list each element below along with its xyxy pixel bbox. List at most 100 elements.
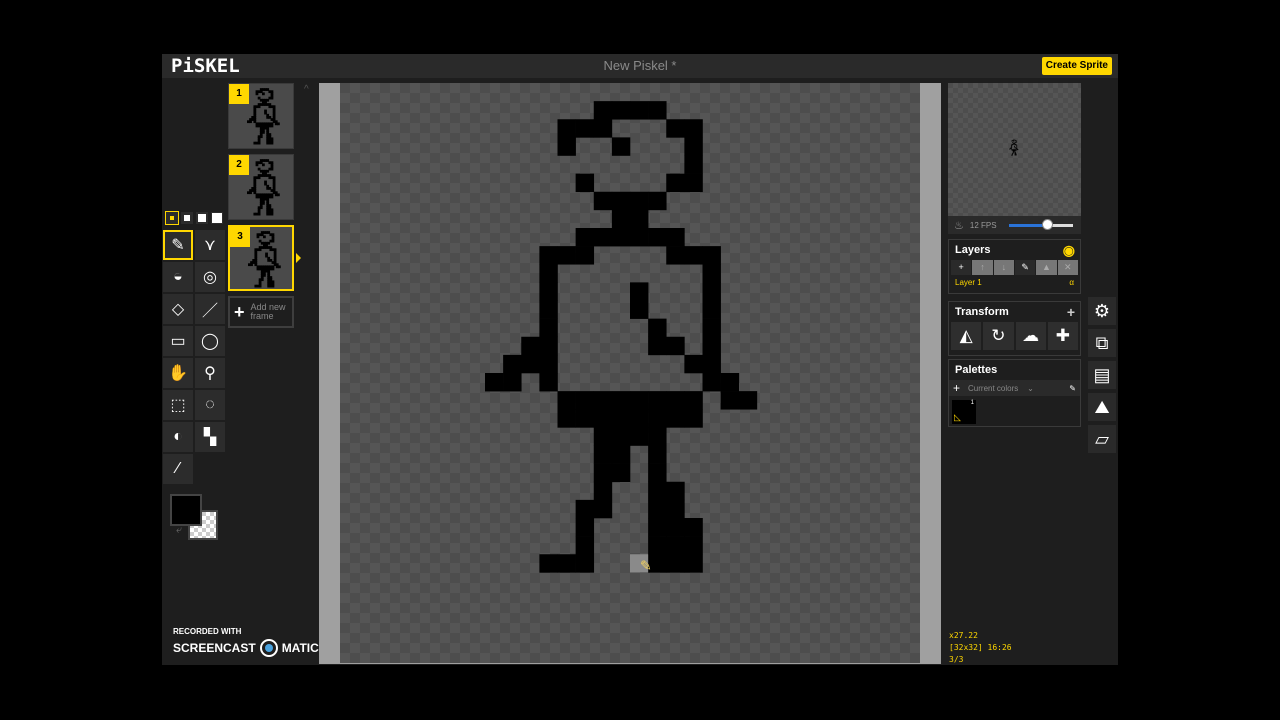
pen-size-3[interactable] <box>196 212 208 224</box>
lighten-tool[interactable]: ◐ <box>163 422 193 452</box>
pen-size-4[interactable] <box>211 212 223 224</box>
recording-watermark: RECORDED WITH SCREENCAST MATIC <box>173 627 319 657</box>
sprite-pixel <box>539 336 558 356</box>
sprite-pixel <box>684 554 703 573</box>
primary-color[interactable] <box>170 494 202 526</box>
sprite-pixel <box>611 209 631 229</box>
sprite-pixel <box>666 228 685 247</box>
top-bar: PiSKEL New Piskel * Create Sprite <box>162 54 1118 78</box>
delete-layer-button[interactable]: ✕ <box>1057 260 1078 275</box>
sprite-pixel <box>485 373 504 392</box>
layer-opacity[interactable]: α <box>1069 275 1074 291</box>
save-icon[interactable]: ▤ <box>1088 361 1116 389</box>
sprite-pixel <box>593 427 613 446</box>
flip-icon: ◭ <box>959 326 973 345</box>
sprite-pixel <box>575 119 595 138</box>
palettes-panel: Palettes + Current colors ⌄ ✎ 1 ◺ <box>948 359 1081 427</box>
rectangle-selection-tool[interactable]: ⬚ <box>163 390 193 420</box>
center-button[interactable]: ✚ <box>1047 322 1078 350</box>
circle-icon: ◯ <box>201 333 219 350</box>
resize-icon[interactable]: ⧉ <box>1088 329 1116 357</box>
sprite-pixel <box>611 228 631 247</box>
sprite-pixel <box>648 499 667 519</box>
document-title[interactable]: New Piskel * <box>162 58 1118 73</box>
dithering-tool[interactable]: ▚ <box>195 422 225 452</box>
shape-selection-tool[interactable]: ⚲ <box>195 358 225 388</box>
palettes-title: Palettes <box>955 364 998 376</box>
pen-size-2[interactable] <box>181 212 193 224</box>
sprite-pixel <box>648 391 667 410</box>
color-picker-tool[interactable]: ⁄ <box>163 454 193 484</box>
sprite-pixel <box>575 228 595 247</box>
flip-button[interactable]: ◭ <box>951 322 982 350</box>
sprite-pixel <box>648 228 667 247</box>
expand-icon[interactable]: + <box>1067 302 1075 322</box>
layer-toolbar: + ↑ ↓ ✎ ▲ ✕ <box>951 260 1078 275</box>
sprite-pixel <box>702 318 721 338</box>
fps-slider[interactable] <box>1008 218 1073 230</box>
drawing-canvas[interactable]: ✎ <box>340 83 920 663</box>
fps-slider-knob[interactable] <box>1041 218 1053 230</box>
sprite-pixel <box>257 212 261 216</box>
sprite-pixel <box>666 499 685 519</box>
rotate-button[interactable]: ↻ <box>983 322 1014 350</box>
swap-colors-icon[interactable]: ⤶ <box>176 524 182 537</box>
palette-select[interactable]: Current colors ⌄ <box>968 384 1069 393</box>
add-frame-button[interactable]: + Add new frame <box>228 296 294 328</box>
frames-scroll-up-icon[interactable]: ^ <box>304 84 309 95</box>
move-layer-up-button[interactable]: ↑ <box>972 260 993 275</box>
rename-layer-button[interactable]: ✎ <box>1014 260 1036 275</box>
sprite-pixel <box>684 409 703 428</box>
onion-skin-icon[interactable]: ♨ <box>954 219 964 232</box>
frame-thumbnail-2[interactable]: 2 <box>228 154 294 220</box>
sprite-pixel <box>611 191 631 211</box>
frame-thumbnail-1[interactable]: 1 <box>228 83 294 149</box>
clone-sheep-icon: ☁ <box>1022 326 1040 345</box>
sprite-pixel <box>271 284 275 288</box>
pen-size-1[interactable] <box>165 211 179 225</box>
vertical-mirror-pen-tool[interactable]: ⋎ <box>195 230 225 260</box>
add-palette-icon[interactable]: + <box>953 381 960 395</box>
move-tool[interactable]: ✋ <box>163 358 193 388</box>
sprite-pixel <box>575 499 595 519</box>
sprite-pixel <box>277 122 280 126</box>
circle-tool[interactable]: ◯ <box>195 326 225 356</box>
palette-swatch[interactable]: 1 ◺ <box>952 400 976 424</box>
layer-item[interactable]: Layer 1 α <box>949 275 1080 291</box>
paint-bucket-tool[interactable]: ◒ <box>163 262 193 292</box>
create-sprite-button[interactable]: Create Sprite <box>1041 57 1112 75</box>
sprite-pixel <box>593 391 613 410</box>
frame-thumbnail-3[interactable]: 3 <box>228 225 301 291</box>
sprite-pixel <box>611 409 631 428</box>
stroke-tool[interactable]: ／ <box>195 294 225 324</box>
sprite-pixel <box>666 481 685 501</box>
rectangle-tool[interactable]: ▭ <box>163 326 193 356</box>
merge-layer-button[interactable]: ▲ <box>1036 260 1057 275</box>
move-layer-down-button[interactable]: ↓ <box>993 260 1014 275</box>
sprite-pixel <box>666 173 685 193</box>
sprite-pixel <box>539 354 558 374</box>
eraser-tool[interactable]: ◇ <box>163 294 193 324</box>
sprite-pixel <box>630 228 649 247</box>
paint-all-same-color-icon: ◎ <box>203 269 217 286</box>
add-layer-button[interactable]: + <box>951 260 972 275</box>
sprite-pixel <box>270 167 274 171</box>
pen-tool[interactable]: ✎ <box>163 230 193 260</box>
dithering-icon: ▚ <box>203 429 217 446</box>
frame-preview <box>248 231 281 288</box>
animation-preview[interactable] <box>948 83 1081 216</box>
add-frame-label-2: frame <box>250 311 274 321</box>
export-image-icon[interactable]: ⛰ <box>1088 393 1116 421</box>
edit-palette-icon[interactable]: ✎ <box>1069 384 1076 393</box>
sprite-pixel <box>539 246 558 265</box>
eye-icon[interactable]: ◉ <box>1063 240 1075 260</box>
clone-sheep-button[interactable]: ☁ <box>1015 322 1046 350</box>
paint-all-same-color-tool[interactable]: ◎ <box>195 262 225 292</box>
sprite-pixel <box>666 246 685 265</box>
settings-sidebar: ⚙ ⧉ ▤ ⛰ ▱ <box>1088 297 1118 457</box>
settings-icon[interactable]: ⚙ <box>1088 297 1116 325</box>
open-folder-icon[interactable]: ▱ <box>1088 425 1116 453</box>
transform-panel: Transform + ◭ ↻ ☁ ✚ <box>948 301 1081 356</box>
tool-palette: ✎ ⋎ ◒ ◎ ◇ ／ ▭ ◯ ✋ ⚲ ⬚ ◌ ◐ ▚ ⁄ <box>162 229 226 485</box>
lasso-selection-tool[interactable]: ◌ <box>195 390 225 420</box>
